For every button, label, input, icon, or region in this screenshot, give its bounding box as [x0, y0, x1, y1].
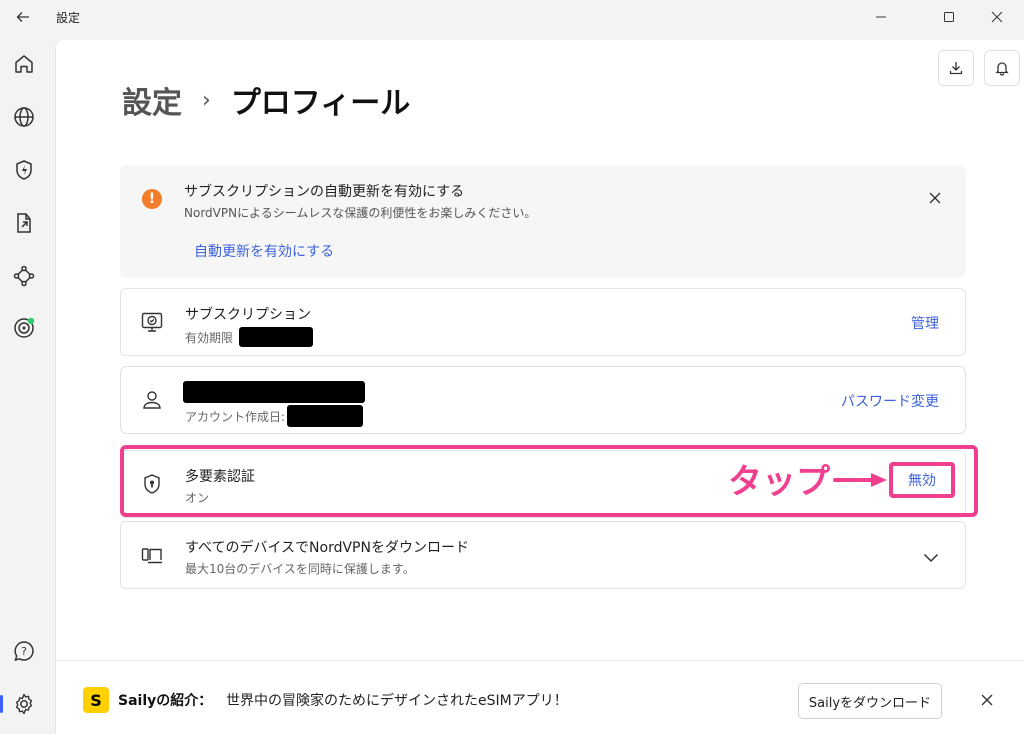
meshnet-icon [13, 265, 35, 287]
home-icon [15, 55, 33, 73]
expiry-label: 有効期限 [185, 330, 234, 345]
close-icon [929, 192, 941, 204]
chevron-down-icon [923, 553, 939, 563]
page-title: プロフィール [230, 86, 411, 121]
download-devices-card[interactable]: すべてのデバイスでNordVPNをダウンロード 最大10台のデバイスを同時に保護… [120, 521, 966, 589]
svg-text:?: ? [21, 645, 27, 658]
account-card: アカウント作成日: パスワード変更 [120, 366, 966, 434]
annotation-tap-label: タップ [728, 462, 830, 502]
saily-logo: S [83, 687, 109, 713]
nav-meshnet[interactable] [6, 258, 42, 294]
close-icon [991, 11, 1003, 23]
account-created-label: アカウント作成日: [185, 409, 286, 424]
nav-file-share[interactable] [6, 205, 42, 241]
devices-description: 最大10台のデバイスを同時に保護します。 [185, 562, 415, 576]
account-created: アカウント作成日: [185, 405, 364, 427]
minimize-icon [876, 16, 886, 18]
redacted-email [183, 381, 365, 403]
breadcrumb-separator: › [202, 87, 211, 113]
redacted-created-date [287, 405, 364, 427]
close-window-button[interactable] [974, 0, 1020, 34]
nav-settings[interactable] [6, 686, 42, 722]
change-password-link[interactable]: パスワード変更 [841, 391, 939, 411]
subscription-card: サブスクリプション 有効期限 管理 [120, 288, 966, 356]
nav-help[interactable]: ? [6, 633, 42, 669]
subscription-expiry: 有効期限 [185, 327, 314, 347]
enable-auto-renew-link[interactable]: 自動更新を有効にする [194, 241, 334, 261]
download-icon [949, 62, 963, 75]
nav-servers[interactable] [6, 99, 42, 135]
promo-close-button[interactable] [978, 691, 996, 709]
target-icon [14, 317, 35, 338]
devices-title: すべてのデバイスでNordVPNをダウンロード [185, 540, 469, 556]
saily-promo-footer: S Sailyの紹介： 世界中の冒険家のためにデザインされたeSIMアプリ！ S… [56, 660, 1024, 734]
sidebar: ? [0, 40, 48, 734]
notifications-button[interactable] [984, 50, 1020, 86]
user-icon [139, 387, 165, 413]
breadcrumb: 設定 › プロフィール [122, 78, 411, 122]
maximize-icon [944, 12, 954, 22]
active-indicator [0, 695, 3, 713]
window-title: 設定 [56, 11, 81, 25]
manage-subscription-link[interactable]: 管理 [911, 313, 939, 333]
bell-icon [995, 62, 1009, 76]
file-export-icon [17, 213, 31, 233]
expand-chevron[interactable] [923, 548, 939, 567]
arrow-left-icon [16, 12, 29, 22]
saily-promo-text: 世界中の冒険家のためにデザインされたeSIMアプリ！ [226, 693, 568, 709]
breadcrumb-parent[interactable]: 設定 [122, 78, 182, 122]
disable-mfa-button[interactable]: 無効 [889, 462, 955, 498]
redacted-expiry-date [239, 327, 314, 347]
download-saily-button[interactable]: Sailyをダウンロード [798, 683, 942, 719]
close-icon [981, 694, 993, 706]
banner-close-button[interactable] [926, 189, 944, 207]
nav-threat-protection[interactable] [6, 152, 42, 188]
banner-description: NordVPNによるシームレスな保護の利便性をお楽しみください。 [184, 206, 537, 220]
globe-icon [14, 107, 34, 127]
back-button[interactable] [8, 4, 38, 30]
maximize-button[interactable] [926, 0, 972, 34]
nav-dark-web-monitor[interactable] [6, 310, 42, 346]
annotation-arrow-icon [833, 473, 887, 487]
main-panel: 設定 › プロフィール ! サブスクリプションの自動更新を有効にする NordV… [55, 40, 1024, 734]
saily-promo-label: Sailyの紹介： [118, 693, 213, 709]
devices-icon [139, 542, 165, 568]
auto-renew-banner: ! サブスクリプションの自動更新を有効にする NordVPNによるシームレスな保… [120, 165, 966, 278]
title-bar: 設定 [0, 0, 1024, 34]
shield-bolt-icon [16, 160, 32, 180]
subscription-title: サブスクリプション [185, 307, 311, 323]
help-chat-icon: ? [14, 641, 34, 662]
minimize-button[interactable] [858, 0, 904, 34]
nav-home[interactable] [6, 46, 42, 82]
subscription-monitor-icon [139, 309, 165, 335]
banner-title: サブスクリプションの自動更新を有効にする [184, 184, 465, 200]
alert-icon: ! [142, 189, 162, 209]
gear-icon [15, 693, 33, 715]
download-button[interactable] [938, 50, 974, 86]
